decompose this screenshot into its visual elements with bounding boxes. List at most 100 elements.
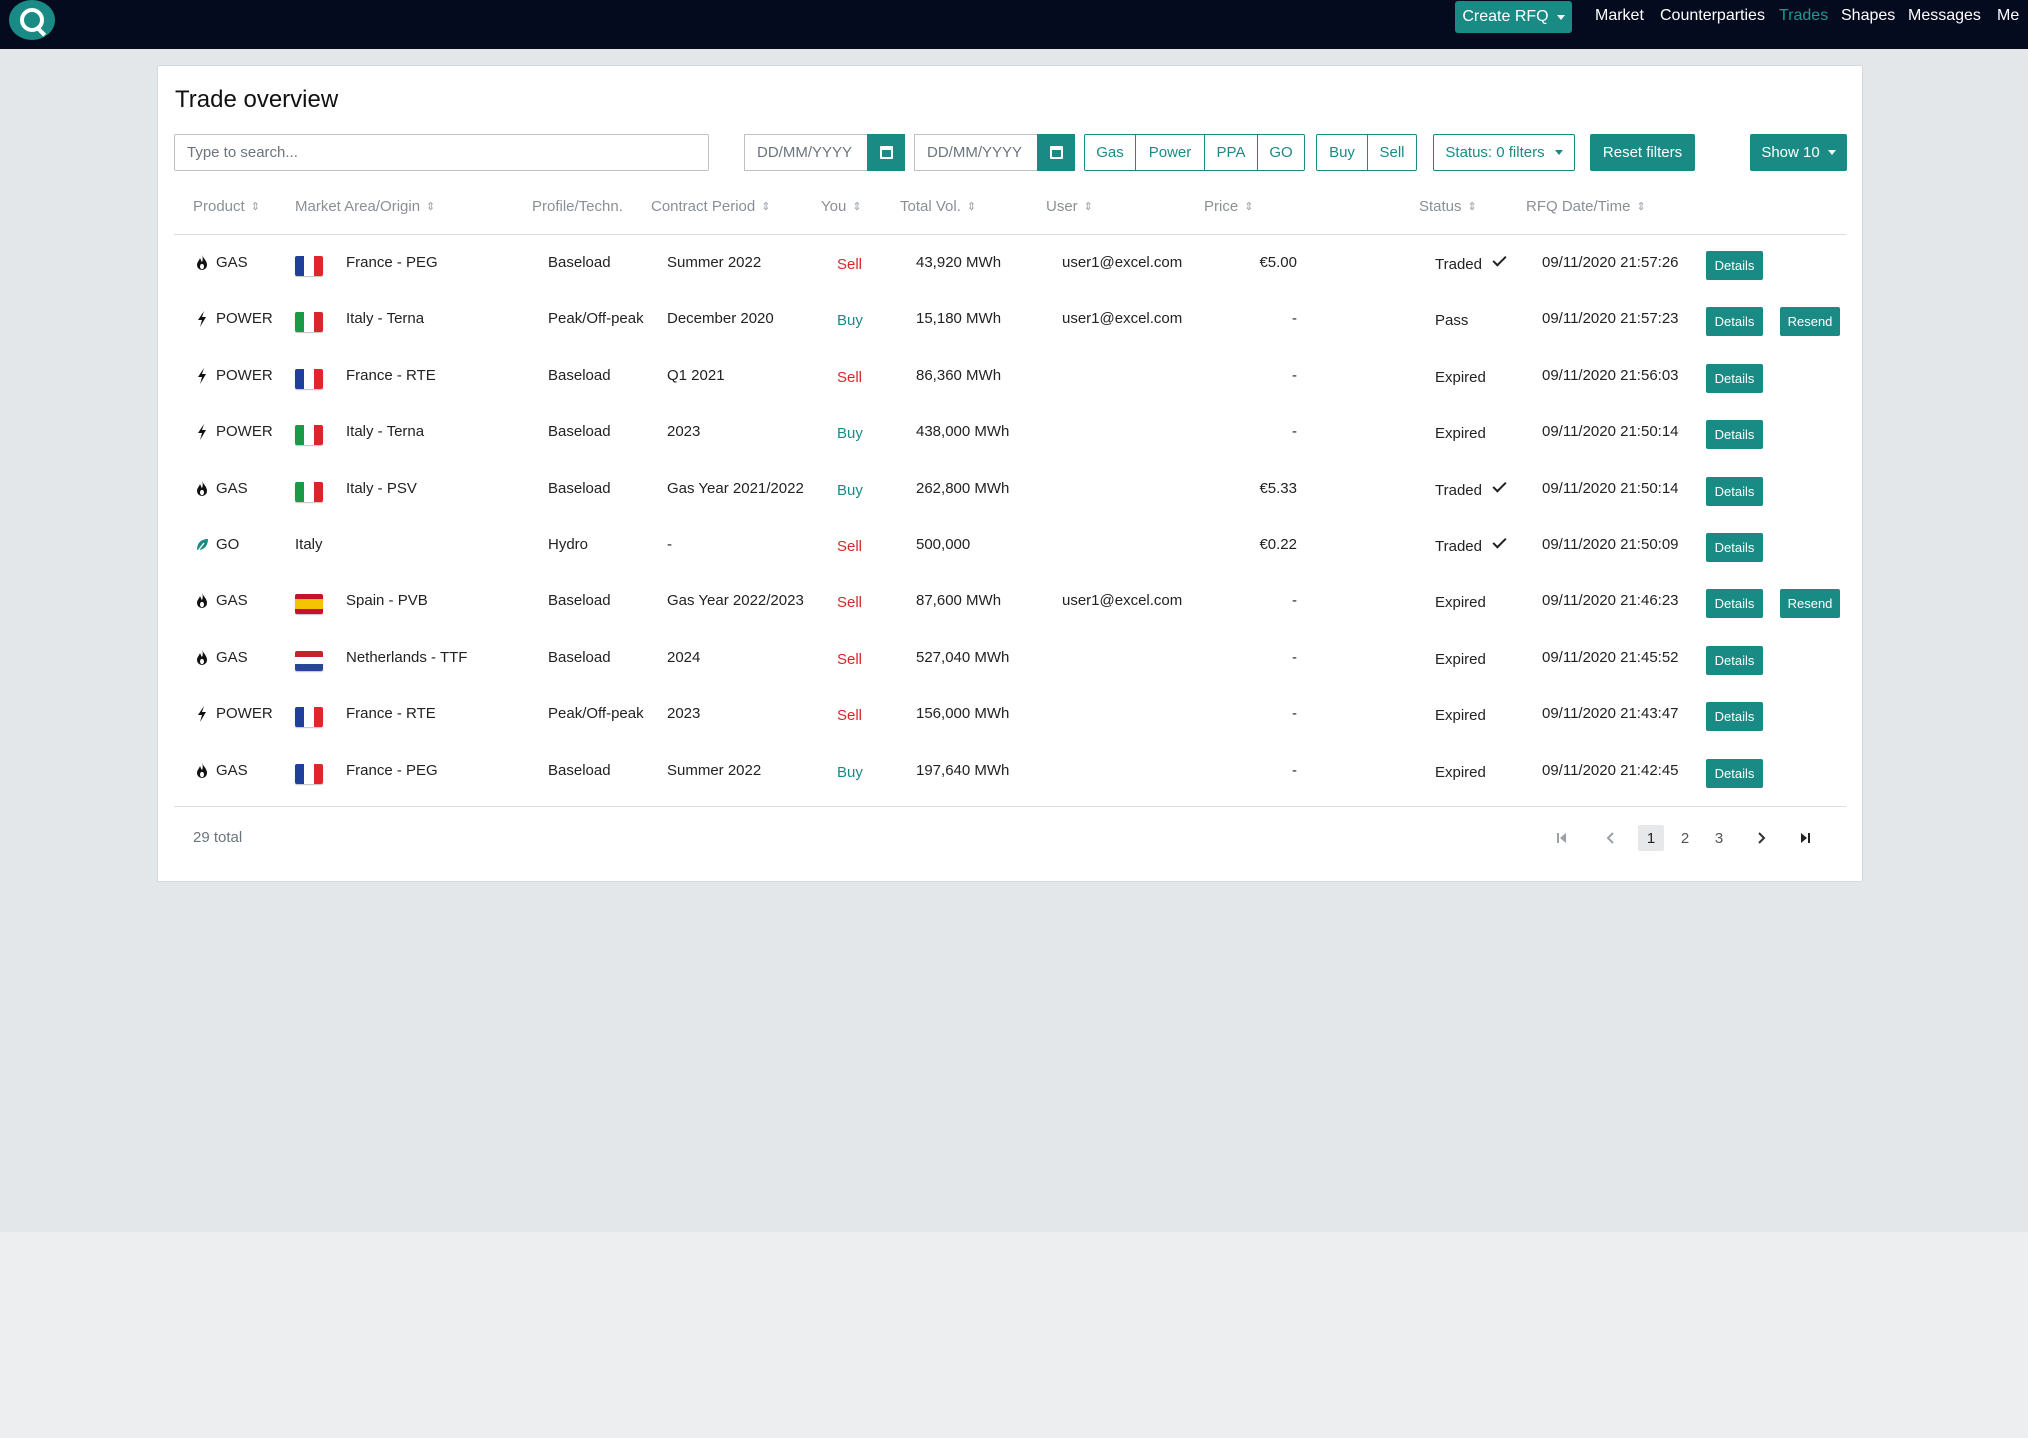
page-button-3[interactable]: 3 (1706, 825, 1732, 851)
details-button[interactable]: Details (1706, 589, 1763, 619)
column-header-product[interactable]: Product ⇕ (193, 198, 260, 215)
bolt-icon (195, 705, 209, 723)
chevron-down-icon (1827, 150, 1836, 155)
first-page-icon[interactable] (1549, 825, 1575, 851)
table-footer-divider (174, 806, 1846, 807)
date-to-calendar-button[interactable] (1037, 134, 1075, 171)
flame-icon (195, 649, 209, 667)
page-button-1[interactable]: 1 (1638, 825, 1664, 851)
column-header-label: Contract Period (651, 198, 756, 215)
filter-power-button[interactable]: Power (1135, 134, 1205, 171)
resend-button[interactable]: Resend (1780, 307, 1840, 337)
show-count-label: Show 10 (1761, 144, 1820, 161)
details-button[interactable]: Details (1706, 476, 1763, 506)
volume-cell: 87,600 MWh (916, 592, 1002, 610)
app-logo[interactable] (9, 0, 55, 40)
status-filter-dropdown[interactable]: Status: 0 filters (1433, 134, 1575, 171)
details-button[interactable]: Details (1706, 363, 1763, 393)
column-header-volume[interactable]: Total Vol. ⇕ (900, 198, 976, 215)
previous-page-icon[interactable] (1598, 825, 1624, 851)
nav-link-counterparties[interactable]: Counterparties (1660, 7, 1765, 25)
resend-button[interactable]: Resend (1780, 589, 1840, 619)
price-cell: - (1292, 648, 1297, 666)
details-button[interactable]: Details (1706, 645, 1763, 675)
sort-icon: ⇕ (1636, 201, 1646, 213)
product-cell: POWER (216, 705, 273, 723)
column-header-user[interactable]: User ⇕ (1046, 198, 1093, 215)
status-cell: Traded (1435, 252, 1507, 273)
nav-link-trades[interactable]: Trades (1779, 7, 1828, 25)
column-header-you[interactable]: You ⇕ (821, 198, 862, 215)
page-button-2[interactable]: 2 (1672, 825, 1698, 851)
column-header-label: Price (1204, 198, 1239, 215)
details-button[interactable]: Details (1706, 307, 1763, 337)
sort-icon: ⇕ (761, 201, 771, 213)
user-cell: user1@excel.com (1062, 592, 1183, 610)
rfq-datetime-cell: 09/11/2020 21:50:14 (1542, 479, 1679, 497)
search-input[interactable] (174, 134, 709, 171)
column-header-period[interactable]: Contract Period ⇕ (651, 198, 770, 215)
market-cell: Italy - PSV (346, 479, 417, 497)
product-cell: POWER (216, 310, 273, 328)
column-header-label: User (1046, 198, 1078, 215)
status-label: Expired (1435, 425, 1486, 443)
date-from-input[interactable] (744, 134, 867, 171)
status-cell: Expired (1435, 651, 1486, 668)
contract-period-cell: - (667, 536, 672, 553)
column-header-market[interactable]: Market Area/Origin ⇕ (295, 198, 435, 215)
last-page-icon[interactable] (1792, 825, 1818, 851)
nav-link-me[interactable]: Me (1997, 7, 2019, 25)
column-header-label: Product (193, 198, 245, 215)
date-from-calendar-button[interactable] (867, 134, 905, 171)
side-filter-group: Buy Sell (1316, 134, 1417, 171)
status-cell: Traded (1435, 534, 1507, 555)
next-page-icon[interactable] (1748, 825, 1774, 851)
price-cell: - (1292, 592, 1297, 610)
column-header-price[interactable]: Price ⇕ (1204, 198, 1253, 215)
side-cell: Sell (837, 594, 863, 612)
filter-sell-button[interactable]: Sell (1367, 134, 1417, 171)
calendar-icon (1049, 146, 1063, 159)
details-button[interactable]: Details (1706, 758, 1763, 788)
rfq-datetime-cell: 09/11/2020 21:42:45 (1542, 761, 1679, 779)
table-row: POWER France - RTE Peak/Off-peak 2023 Sell 15… (174, 687, 1846, 743)
sort-icon: ⇕ (1083, 201, 1093, 213)
date-to-input[interactable] (914, 134, 1037, 171)
flag-it-icon (295, 312, 323, 333)
trade-overview-card: Trade overview Gas Power PPA GO Buy Sell… (157, 65, 1863, 882)
flag-fr-icon (295, 707, 323, 728)
nav-link-messages[interactable]: Messages (1908, 7, 1981, 25)
filter-go-button[interactable]: GO (1257, 134, 1305, 171)
flag-it-icon (295, 481, 323, 502)
market-cell: France - PEG (346, 254, 438, 271)
flag-fr-icon (295, 763, 323, 784)
details-button[interactable]: Details (1706, 533, 1763, 562)
create-rfq-button[interactable]: Create RFQ (1455, 1, 1572, 33)
nav-link-shapes[interactable]: Shapes (1841, 7, 1895, 25)
column-header-rfq-datetime[interactable]: RFQ Date/Time ⇕ (1526, 198, 1646, 215)
column-header-label: Profile/Techn. (532, 198, 623, 215)
date-from-picker (744, 134, 905, 171)
sort-icon: ⇕ (852, 201, 862, 213)
rfq-datetime-cell: 09/11/2020 21:45:52 (1542, 648, 1679, 666)
calendar-icon (879, 146, 893, 159)
volume-cell: 197,640 MWh (916, 761, 1010, 779)
leaf-icon (195, 536, 209, 554)
bolt-icon (195, 367, 209, 385)
check-icon (1492, 534, 1507, 549)
filter-ppa-button[interactable]: PPA (1204, 134, 1258, 171)
price-cell: - (1292, 423, 1297, 441)
sort-icon: ⇕ (966, 201, 977, 213)
details-button[interactable]: Details (1706, 251, 1763, 280)
filter-gas-button[interactable]: Gas (1084, 134, 1136, 171)
contract-period-cell: Q1 2021 (667, 366, 725, 384)
details-button[interactable]: Details (1706, 702, 1763, 732)
nav-link-market[interactable]: Market (1595, 7, 1644, 25)
status-cell: Expired (1435, 369, 1486, 386)
volume-cell: 43,920 MWh (916, 254, 1002, 271)
column-header-status[interactable]: Status ⇕ (1419, 198, 1477, 215)
details-button[interactable]: Details (1706, 420, 1763, 450)
show-count-dropdown[interactable]: Show 10 (1750, 134, 1847, 171)
filter-buy-button[interactable]: Buy (1316, 134, 1368, 171)
reset-filters-button[interactable]: Reset filters (1590, 134, 1695, 171)
